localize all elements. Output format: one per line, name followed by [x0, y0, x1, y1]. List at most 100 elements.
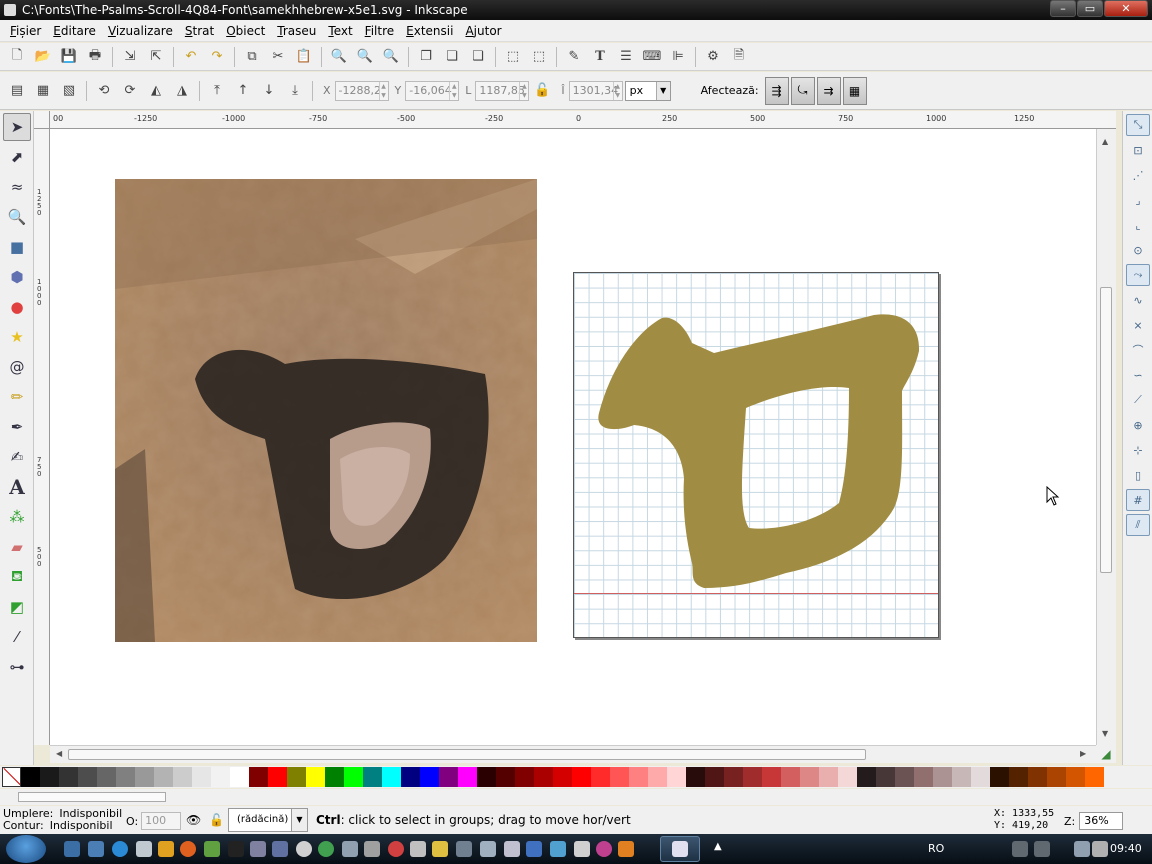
internet-explorer-icon[interactable]	[112, 841, 128, 857]
firefox-icon[interactable]	[180, 841, 196, 857]
zoom-page-icon[interactable]: 🔍	[380, 46, 402, 68]
color-swatch[interactable]	[1028, 767, 1047, 787]
ellipse-tool-icon[interactable]: ●	[3, 293, 31, 321]
color-swatch[interactable]	[116, 767, 135, 787]
calculator-icon[interactable]	[250, 841, 266, 857]
network-icon[interactable]	[1074, 841, 1090, 857]
menu-help[interactable]: Ajutor	[459, 24, 507, 38]
spin-arrows-icon[interactable]: ▲ ▼	[449, 81, 458, 100]
zoom-drawing-icon[interactable]: 🔍	[354, 46, 376, 68]
width-field[interactable]: 1187,85 ▲ ▼	[475, 80, 530, 101]
pencil-tool-icon[interactable]: ✏	[3, 383, 31, 411]
snap-page-border-icon[interactable]: ▯	[1126, 464, 1150, 486]
app-icon[interactable]	[136, 841, 152, 857]
layers-icon[interactable]: ☰	[615, 46, 637, 68]
color-swatch[interactable]	[667, 767, 686, 787]
snap-rotation-center-icon[interactable]: ⊹	[1126, 439, 1150, 461]
save-icon[interactable]: 💾	[58, 46, 80, 68]
color-swatch[interactable]	[990, 767, 1009, 787]
app-icon[interactable]	[596, 841, 612, 857]
select-all-icon[interactable]: ▤	[6, 80, 28, 102]
minimize-button[interactable]: –	[1050, 0, 1076, 17]
color-swatch[interactable]	[59, 767, 78, 787]
import-icon[interactable]: ⇲	[119, 46, 141, 68]
php-icon[interactable]	[272, 841, 288, 857]
copy-icon[interactable]: ⧉	[241, 46, 263, 68]
color-swatch[interactable]	[743, 767, 762, 787]
color-swatch[interactable]	[895, 767, 914, 787]
color-swatch[interactable]	[648, 767, 667, 787]
app-icon[interactable]	[550, 841, 566, 857]
snap-bbox-corner-icon[interactable]: ⌟	[1126, 189, 1150, 211]
redo-icon[interactable]: ↷	[206, 46, 228, 68]
paint-bucket-tool-icon[interactable]: ⛾	[3, 563, 31, 591]
samekh-glyph[interactable]	[574, 273, 940, 639]
menu-layer[interactable]: Strat	[179, 24, 220, 38]
snap-object-center-icon[interactable]: ⊕	[1126, 414, 1150, 436]
color-swatch[interactable]	[781, 767, 800, 787]
color-swatch[interactable]	[610, 767, 629, 787]
lock-ratio-icon[interactable]: 🔓	[531, 80, 553, 102]
color-swatch[interactable]	[211, 767, 230, 787]
lower-to-bottom-icon[interactable]: ⤓	[284, 80, 306, 102]
color-swatch[interactable]	[1085, 767, 1104, 787]
app-icon[interactable]	[432, 841, 448, 857]
spin-arrows-icon[interactable]: ▲ ▼	[612, 81, 622, 100]
vertical-scrollbar[interactable]: ▲ ▼	[1096, 129, 1116, 745]
3d-box-tool-icon[interactable]: ⬢	[3, 263, 31, 291]
horizontal-scrollbar[interactable]: ◀ ▶	[50, 745, 1096, 763]
color-swatch[interactable]	[762, 767, 781, 787]
color-swatch[interactable]	[1009, 767, 1028, 787]
snap-path-icon[interactable]: ∿	[1126, 289, 1150, 311]
vlc-icon[interactable]	[618, 841, 634, 857]
color-swatch[interactable]	[876, 767, 895, 787]
color-swatch[interactable]	[1047, 767, 1066, 787]
color-swatch[interactable]	[724, 767, 743, 787]
current-layer-select[interactable]: (rădăcină) ▼	[228, 808, 308, 832]
snap-nodes-icon[interactable]: ⤳	[1126, 264, 1150, 286]
preferences-icon[interactable]: ⚙	[702, 46, 724, 68]
lower-icon[interactable]: ↓	[258, 80, 280, 102]
tray-icon[interactable]	[1034, 841, 1050, 857]
color-swatch[interactable]	[420, 767, 439, 787]
color-swatch[interactable]	[477, 767, 496, 787]
language-indicator[interactable]: RO	[928, 842, 944, 855]
color-swatch[interactable]	[40, 767, 59, 787]
scroll-down-icon[interactable]: ▼	[1102, 729, 1108, 738]
ungroup-icon[interactable]: ⬚	[528, 46, 550, 68]
calligraphy-tool-icon[interactable]: ✍	[3, 443, 31, 471]
snap-bbox-center-icon[interactable]: ⊙	[1126, 239, 1150, 261]
close-button[interactable]: ✕	[1104, 0, 1148, 17]
app-icon[interactable]	[364, 841, 380, 857]
color-swatch[interactable]	[591, 767, 610, 787]
color-swatch[interactable]	[325, 767, 344, 787]
app-icon[interactable]	[204, 841, 220, 857]
undo-icon[interactable]: ↶	[180, 46, 202, 68]
raise-icon[interactable]: ↑	[232, 80, 254, 102]
zoom-selection-icon[interactable]: 🔍	[328, 46, 350, 68]
horizontal-scroll-thumb[interactable]	[68, 749, 866, 760]
transform-gradients-toggle[interactable]: ⇉	[816, 76, 841, 105]
color-swatch[interactable]	[629, 767, 648, 787]
menu-path[interactable]: Traseu	[271, 24, 322, 38]
color-swatch[interactable]	[534, 767, 553, 787]
clock[interactable]: 09:40	[1110, 842, 1142, 855]
color-swatch[interactable]	[914, 767, 933, 787]
eraser-tool-icon[interactable]: ▰	[3, 533, 31, 561]
color-swatch[interactable]	[230, 767, 249, 787]
scroll-right-icon[interactable]: ▶	[1080, 749, 1086, 758]
color-swatch[interactable]	[572, 767, 591, 787]
color-swatch[interactable]	[306, 767, 325, 787]
clone-icon[interactable]: ❏	[441, 46, 463, 68]
color-swatch[interactable]	[857, 767, 876, 787]
app-icon[interactable]	[388, 841, 404, 857]
dropper-tool-icon[interactable]: ⁄	[3, 623, 31, 651]
snap-bbox-edge-icon[interactable]: ⋰	[1126, 164, 1150, 186]
color-swatch[interactable]	[363, 767, 382, 787]
color-swatch[interactable]	[705, 767, 724, 787]
app-icon[interactable]	[342, 841, 358, 857]
unlink-clone-icon[interactable]: ❑	[467, 46, 489, 68]
xml-editor-icon[interactable]: ⌨	[641, 46, 663, 68]
duplicate-icon[interactable]: ❐	[415, 46, 437, 68]
color-swatch[interactable]	[135, 767, 154, 787]
